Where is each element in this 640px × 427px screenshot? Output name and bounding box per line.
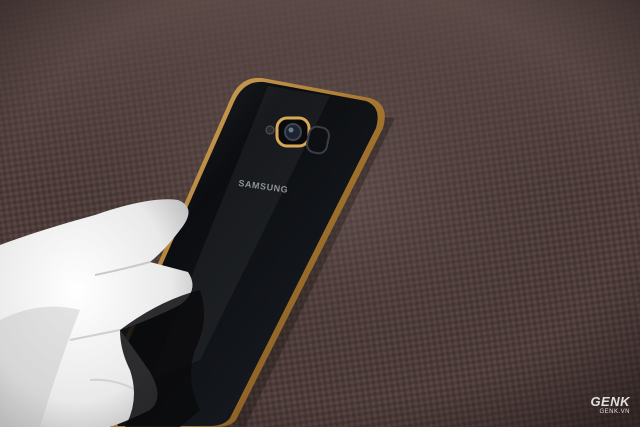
genk-watermark: GENK GENK.VN bbox=[590, 395, 630, 415]
photo-scene: SAMSUNG GENK GENK.VN bbox=[0, 0, 640, 427]
watermark-sub: GENK.VN bbox=[599, 409, 630, 415]
watermark-main: GENK bbox=[590, 394, 630, 409]
photo-illustration: SAMSUNG bbox=[0, 0, 640, 427]
